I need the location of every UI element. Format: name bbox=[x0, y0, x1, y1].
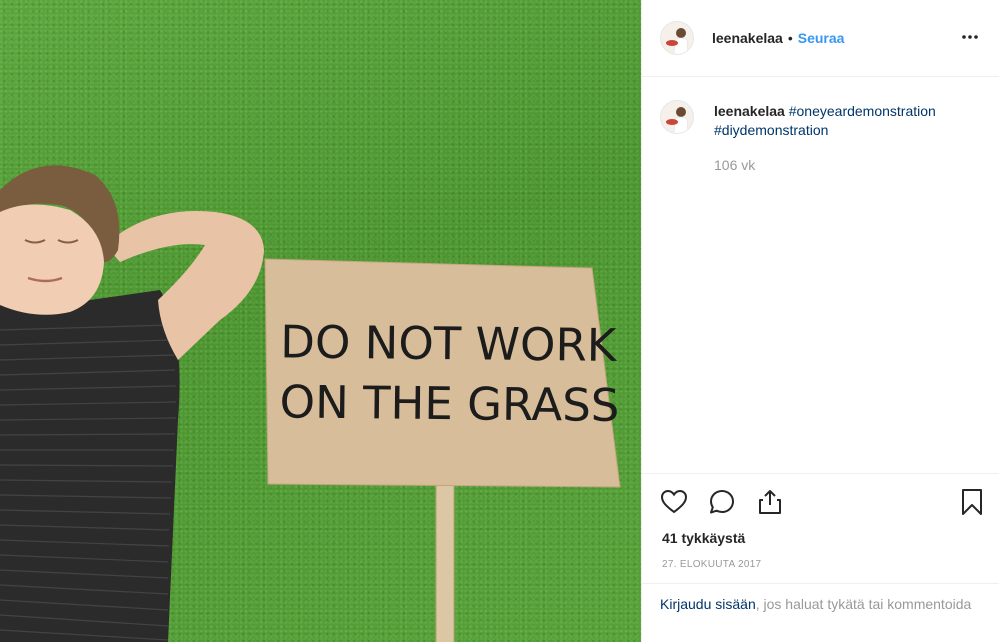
post-header: leenakelaa • Seuraa bbox=[642, 0, 999, 77]
action-bar bbox=[660, 488, 985, 520]
avatar-image bbox=[661, 22, 693, 54]
post-photo[interactable]: DO NOT WORK ON THE GRASS bbox=[0, 0, 641, 642]
caption-text: leenakelaa #oneyeardemonstration #diydem… bbox=[714, 102, 984, 140]
more-options-icon[interactable] bbox=[960, 27, 980, 47]
post-date: 27. ELOKUUTA 2017 bbox=[662, 559, 762, 570]
login-prompt: Kirjaudu sisään, jos haluat tykätä tai k… bbox=[642, 583, 999, 642]
hashtag-link[interactable]: #oneyeardemonstration bbox=[789, 103, 936, 119]
sign-line-2: ON THE GRASS bbox=[279, 375, 620, 432]
avatar[interactable] bbox=[660, 21, 694, 55]
sign-line-1: DO NOT WORK bbox=[280, 315, 617, 372]
sign-stick bbox=[435, 477, 455, 642]
header-separator: • bbox=[787, 30, 793, 46]
post-actions-section: 41 tykkäystä 27. ELOKUUTA 2017 bbox=[642, 473, 999, 583]
caption-avatar[interactable] bbox=[660, 100, 694, 134]
heart-icon[interactable] bbox=[660, 488, 690, 518]
login-prompt-text: , jos haluat tykätä tai kommentoida bbox=[755, 596, 972, 612]
bookmark-icon[interactable] bbox=[958, 488, 988, 518]
caption-username[interactable]: leenakelaa bbox=[714, 103, 785, 119]
comment-icon[interactable] bbox=[708, 488, 738, 518]
share-icon[interactable] bbox=[756, 488, 786, 518]
sign-text: DO NOT WORK ON THE GRASS bbox=[265, 312, 620, 436]
likes-count[interactable]: 41 tykkäystä bbox=[662, 530, 745, 546]
hashtag-link[interactable]: #diydemonstration bbox=[714, 122, 828, 138]
post-side-panel: leenakelaa • Seuraa leenakelaa #oneyeard… bbox=[641, 0, 999, 642]
caption-timestamp[interactable]: 106 vk bbox=[714, 157, 755, 173]
header-username[interactable]: leenakelaa bbox=[712, 30, 783, 46]
avatar-image bbox=[661, 101, 693, 133]
login-link[interactable]: Kirjaudu sisään bbox=[660, 596, 756, 612]
follow-button[interactable]: Seuraa bbox=[798, 30, 845, 46]
